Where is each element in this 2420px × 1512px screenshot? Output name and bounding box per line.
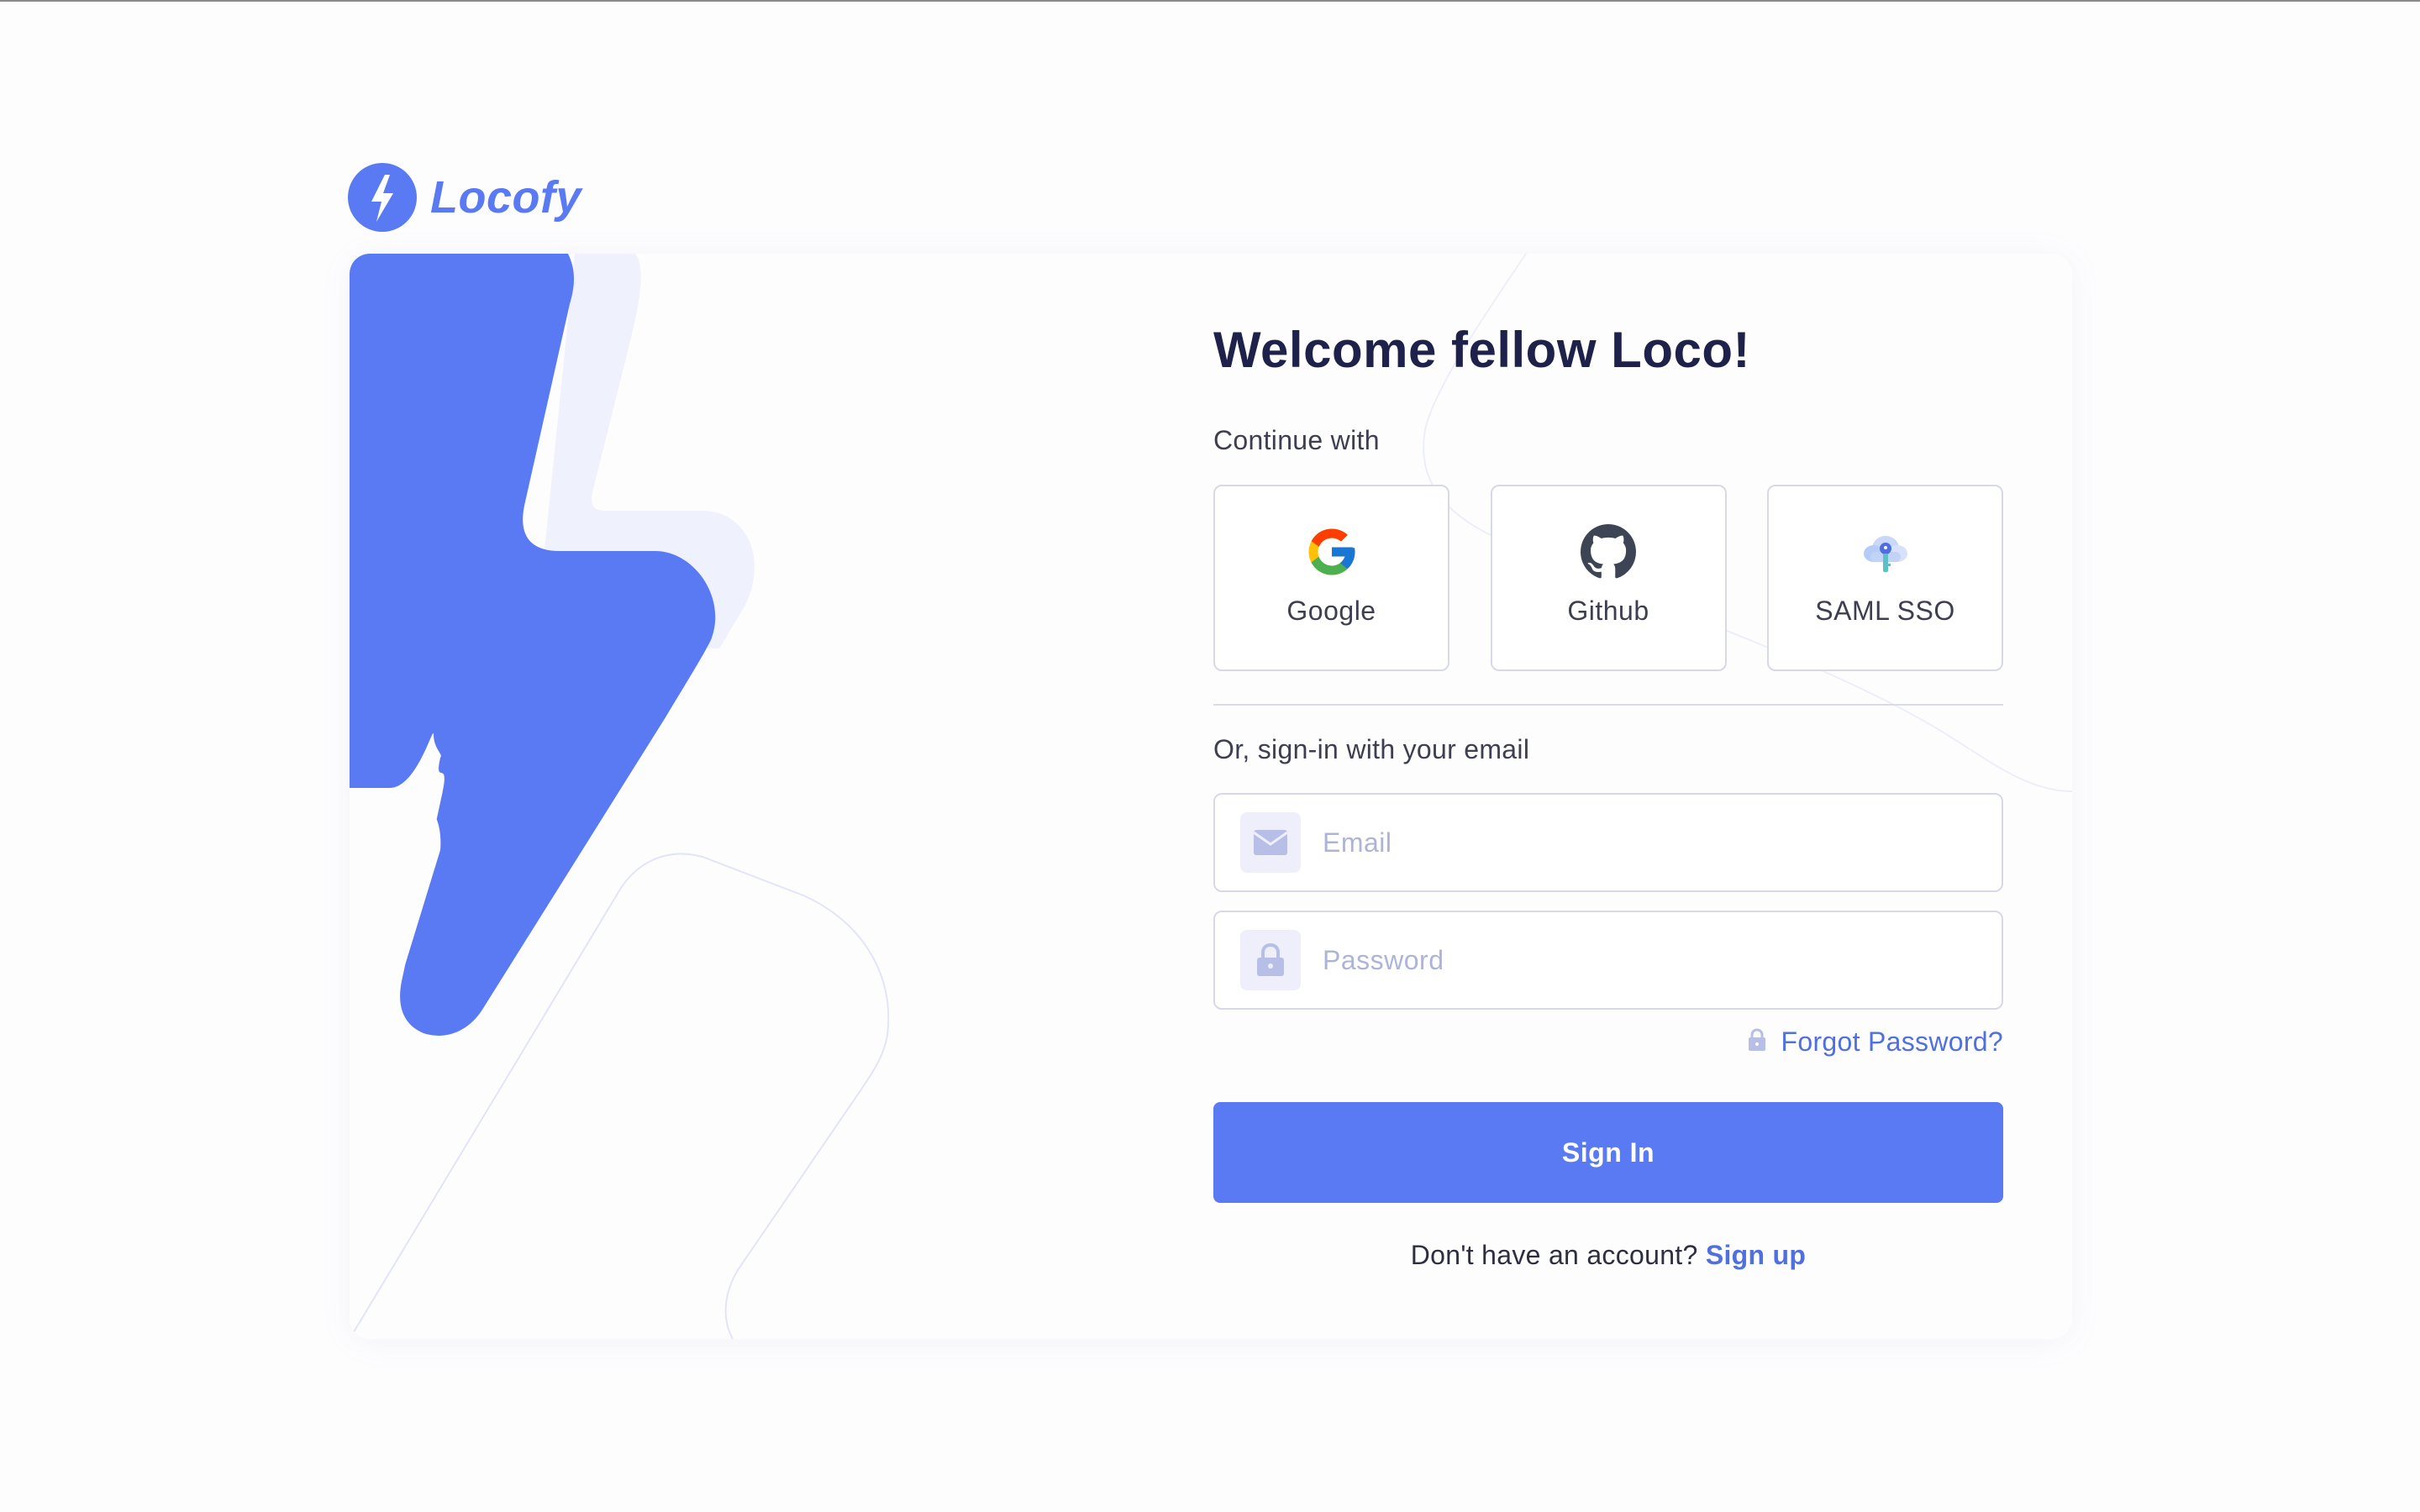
cloud-key-icon [1857, 523, 1914, 580]
lock-icon [1240, 930, 1301, 990]
signup-prompt: Don't have an account? Sign up [1213, 1240, 2003, 1271]
github-label: Github [1567, 596, 1649, 626]
signup-prompt-text: Don't have an account? [1410, 1240, 1698, 1270]
continue-with-label: Continue with [1213, 425, 1380, 455]
google-signin-button[interactable]: Google [1213, 485, 1449, 671]
brand-name: Locofy [430, 172, 582, 223]
forgot-password-label: Forgot Password? [1781, 1026, 2003, 1057]
sign-in-button[interactable]: Sign In [1213, 1102, 2003, 1203]
email-field[interactable] [1213, 793, 2003, 892]
envelope-icon [1240, 812, 1301, 873]
login-card: Welcome fellow Loco! Continue with Googl… [350, 254, 2072, 1339]
github-signin-button[interactable]: Github [1490, 485, 1727, 671]
page-title: Welcome fellow Loco! [1213, 322, 1750, 378]
lock-icon [1748, 1028, 1766, 1056]
lightning-bolt-icon [348, 163, 417, 232]
login-form: Welcome fellow Loco! Continue with Googl… [1213, 254, 2003, 1339]
brand-logo[interactable]: Locofy [348, 162, 581, 233]
saml-sso-label: SAML SSO [1815, 596, 1955, 626]
github-icon [1580, 523, 1637, 580]
divider [1213, 704, 2003, 706]
signup-link[interactable]: Sign up [1706, 1240, 1806, 1270]
email-signin-label: Or, sign-in with your email [1213, 734, 1530, 764]
email-input[interactable] [1323, 827, 1961, 858]
saml-sso-signin-button[interactable]: SAML SSO [1767, 485, 2003, 671]
google-label: Google [1286, 596, 1376, 626]
password-input[interactable] [1323, 944, 1961, 976]
forgot-password-link[interactable]: Forgot Password? [1748, 1026, 2003, 1058]
password-field[interactable] [1213, 911, 2003, 1010]
oauth-providers: Google Github SAML SSO [1213, 485, 2003, 671]
top-border [0, 0, 2420, 2]
google-icon [1303, 523, 1360, 580]
